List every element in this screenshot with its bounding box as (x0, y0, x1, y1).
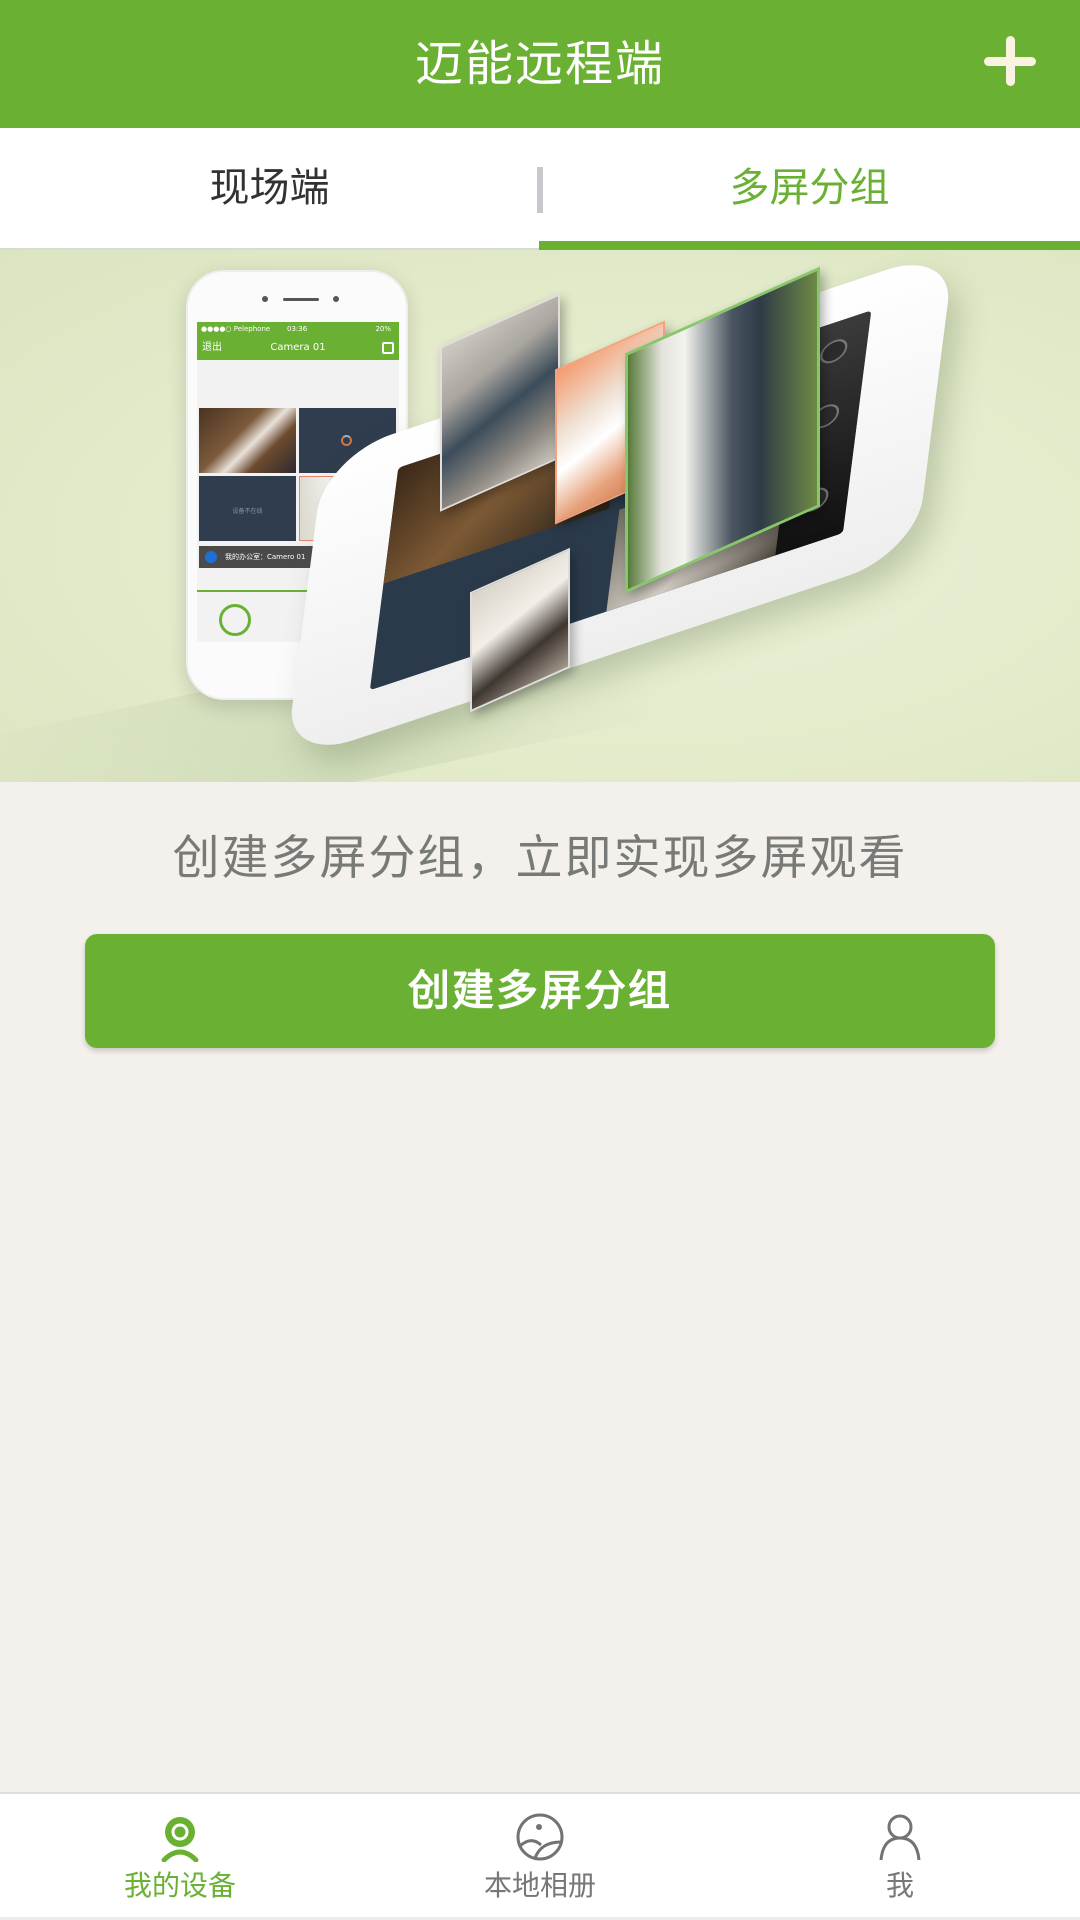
create-multi-screen-group-button[interactable]: 创建多屏分组 (85, 934, 995, 1048)
app-header: 迈能远程端 (0, 0, 1080, 128)
offline-text: 设备不在线 (232, 508, 263, 515)
album-icon (516, 1813, 564, 1861)
promo-banner: ●●●●○ Pelephone 03:36 20% 退出 Camera 01 设… (0, 250, 1080, 782)
app-title: 迈能远程端 (414, 36, 665, 92)
phone-nav-bar: 退出 Camera 01 (197, 336, 399, 360)
nav-label: 我的设备 (123, 1869, 236, 1902)
phone-status-bar: ●●●●○ Pelephone 03:36 20% (197, 322, 399, 336)
camera-thumb-offline: 设备不在线 (199, 476, 296, 541)
nav-my-devices[interactable]: 我的设备 (0, 1794, 360, 1920)
phone-camera-title: Camera 01 (270, 342, 326, 353)
webcam-icon (161, 1817, 199, 1862)
empty-state-message: 创建多屏分组，立即实现多屏观看 (172, 831, 908, 886)
nav-me[interactable]: 我 (720, 1794, 1080, 1920)
user-icon (879, 1814, 921, 1861)
nav-label: 本地相册 (483, 1869, 596, 1902)
screen: 迈能远程端 现场端 多屏分组 ●●●●○ Pelephone 03:36 20% (0, 0, 1080, 1920)
loading-spinner-icon (341, 435, 352, 446)
camera-thumb-livingroom (199, 408, 296, 473)
tab-multi-screen-group[interactable]: 多屏分组 (539, 128, 1080, 248)
active-tab-indicator (539, 241, 1080, 250)
speaker-icon (219, 604, 251, 636)
status-time: 03:36 (287, 325, 308, 333)
tab-bar: 现场端 多屏分组 (0, 128, 1080, 250)
tab-site[interactable]: 现场端 (0, 128, 539, 248)
settings-icon (382, 342, 394, 354)
phone-camera-dot (262, 296, 268, 302)
bottom-nav: 我的设备 本地相册 我 (0, 1792, 1080, 1920)
nav-local-album[interactable]: 本地相册 (360, 1794, 720, 1920)
status-carrier: ●●●●○ Pelephone (201, 325, 271, 333)
nav-label: 我 (885, 1869, 914, 1902)
phone-sensor-dot (333, 296, 339, 302)
rotate-icon (818, 335, 849, 367)
add-button[interactable] (975, 30, 1043, 94)
phone-speaker (283, 298, 319, 301)
windows-icon (205, 551, 217, 563)
camera-info-text: 我的办公室：Camero 01 (225, 553, 306, 561)
status-battery: 20% (375, 325, 391, 333)
